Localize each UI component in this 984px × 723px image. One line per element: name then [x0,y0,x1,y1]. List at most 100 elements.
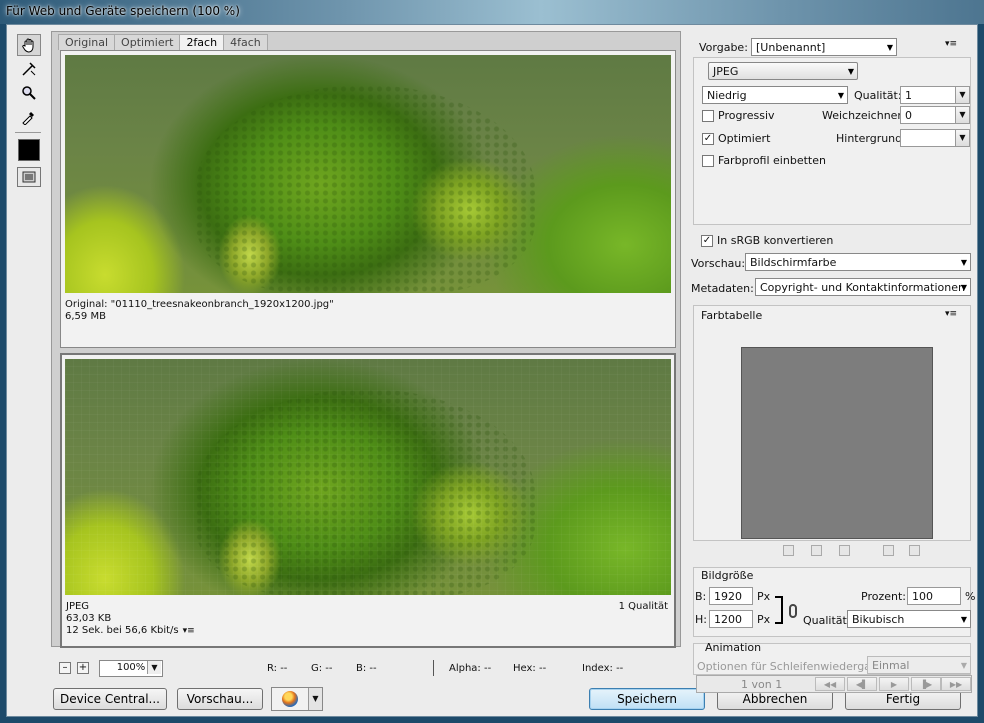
optimized-image[interactable] [65,359,671,595]
optimized-checkbox[interactable]: ✓ [702,133,714,145]
tab-2up[interactable]: 2fach [179,34,225,50]
progressive-checkbox[interactable] [702,110,714,122]
metadata-value: Copyright- und Kontaktinformationen [760,281,965,294]
map-transparency-icon[interactable] [783,545,794,556]
quality-preset-select[interactable]: Niedrig ▼ [702,86,848,104]
readout-hex: Hex: -- [513,663,547,674]
trash-icon[interactable] [909,545,920,556]
zoom-out-button[interactable]: – [59,662,71,674]
matte-field[interactable]: ▼ [900,129,970,147]
color-table-title: Farbtabelle [701,309,763,322]
chevron-down-icon: ▼ [837,91,844,100]
height-label: H: [695,613,707,626]
width-field[interactable]: 1920 [709,587,753,605]
toolbar-divider [15,132,41,133]
optimized-pane[interactable]: JPEG 63,03 KB 12 Sek. bei 56,6 Kbit/s ▾≡ … [60,353,676,648]
settings-menu-icon[interactable]: ▾≡ [945,39,957,49]
progressive-label: Progressiv [718,109,775,122]
quality-field[interactable]: 1 ▼ [900,86,970,104]
original-pane[interactable]: Original: "01110_treesnakeonbranch_1920x… [60,50,676,348]
percent-field[interactable]: 100 [907,587,961,605]
matte-label: Hintergrund: [836,132,906,145]
image-size-title: Bildgröße [701,569,754,582]
chevron-down-icon: ▼ [960,283,967,292]
quality-preset-value: Niedrig [707,89,747,102]
constrain-proportions-icon[interactable] [789,604,797,618]
readout-r: R: -- [267,663,288,674]
tab-optimized[interactable]: Optimiert [114,34,181,50]
hand-tool-icon[interactable] [17,34,41,56]
device-central-button[interactable]: Device Central... [53,688,167,710]
percent-unit: % [965,590,976,603]
blur-label: Weichzeichnen: [822,109,909,122]
blur-field[interactable]: 0 ▼ [900,106,970,124]
quality-value: 1 [905,89,912,102]
optimized-quality: 1 Qualität [618,601,668,612]
optimized-filesize: 63,03 KB [66,613,112,624]
preview-button[interactable]: Vorschau... [177,688,263,710]
zoom-in-button[interactable]: + [77,662,89,674]
color-table[interactable] [741,347,933,539]
download-time: 12 Sek. bei 56,6 Kbit/s [66,625,179,636]
status-divider [433,660,434,676]
loop-options-select[interactable]: Einmal ▼ [867,656,971,674]
srgb-label: In sRGB konvertieren [717,234,834,247]
new-color-icon[interactable] [883,545,894,556]
optimized-info: JPEG 63,03 KB 12 Sek. bei 56,6 Kbit/s ▾≡ [66,601,195,637]
play-button[interactable]: ▶ [879,677,909,691]
format-settings-group: JPEG ▼ Niedrig ▼ Qualität: 1 ▼ Progressiv … [693,57,971,225]
chevron-down-icon: ▼ [886,43,893,52]
color-table-actions [783,545,933,559]
quality-dropdown-icon[interactable]: ▼ [955,87,969,103]
original-info: Original: "01110_treesnakeonbranch_1920x… [65,299,334,323]
metadata-label: Metadaten: [691,282,754,295]
readout-b: B: -- [356,663,377,674]
toolbar [15,33,43,187]
tab-4up[interactable]: 4fach [223,34,268,50]
blur-value: 0 [905,109,912,122]
next-frame-button[interactable]: ▐▶ [911,677,941,691]
embed-profile-checkbox[interactable] [702,155,714,167]
lock-color-icon[interactable] [839,545,850,556]
slice-select-tool-icon[interactable] [17,58,41,80]
animation-title: Animation [705,641,762,654]
animation-controls: 1 von 1 ◀◀ ◀▌ ▶ ▐▶ ▶▶ [696,675,972,693]
matte-dropdown-icon[interactable]: ▼ [955,130,969,146]
width-value: 1920 [714,590,742,603]
format-select[interactable]: JPEG ▼ [708,62,858,80]
preset-label: Vorgabe: [699,41,748,54]
chevron-down-icon: ▼ [960,661,967,670]
percent-label: Prozent: [861,590,906,603]
preset-value: [Unbenannt] [756,41,826,54]
color-table-menu-icon[interactable]: ▾≡ [945,309,957,319]
browser-globe-icon [282,691,298,707]
chevron-down-icon: ▼ [960,258,967,267]
tab-original[interactable]: Original [58,34,116,50]
chevron-down-icon: ▼ [960,615,967,624]
original-image[interactable] [65,55,671,293]
prev-frame-button[interactable]: ◀▌ [847,677,877,691]
save-button[interactable]: Speichern [589,688,705,710]
resample-quality-select[interactable]: Bikubisch ▼ [847,610,971,628]
preview-select[interactable]: Bildschirmfarbe ▼ [745,253,971,271]
preset-select[interactable]: [Unbenannt] ▼ [751,38,897,56]
eyedropper-tool-icon[interactable] [17,106,41,128]
zoom-tool-icon[interactable] [17,82,41,104]
download-speed-menu-icon[interactable]: ▾≡ [183,626,195,636]
height-field[interactable]: 1200 [709,610,753,628]
height-value: 1200 [714,613,742,626]
browser-dropdown-icon[interactable]: ▼ [308,688,322,710]
blur-dropdown-icon[interactable]: ▼ [955,107,969,123]
loop-options-label: Optionen für Schleifenwiedergabe: [697,660,889,673]
srgb-checkbox[interactable]: ✓ [701,235,713,247]
browser-preview-button[interactable]: ▼ [271,687,323,711]
first-frame-button[interactable]: ◀◀ [815,677,845,691]
web-shift-icon[interactable] [811,545,822,556]
eyedropper-color-swatch[interactable] [18,139,40,161]
metadata-select[interactable]: Copyright- und Kontaktinformationen ▼ [755,278,971,296]
format-value: JPEG [713,65,739,78]
status-bar: – + 100% ▼ R: -- G: -- B: -- Alpha: -- H… [51,659,681,679]
zoom-dropdown-icon[interactable]: ▼ [147,661,161,674]
last-frame-button[interactable]: ▶▶ [941,677,971,691]
toggle-slices-icon[interactable] [17,167,41,187]
